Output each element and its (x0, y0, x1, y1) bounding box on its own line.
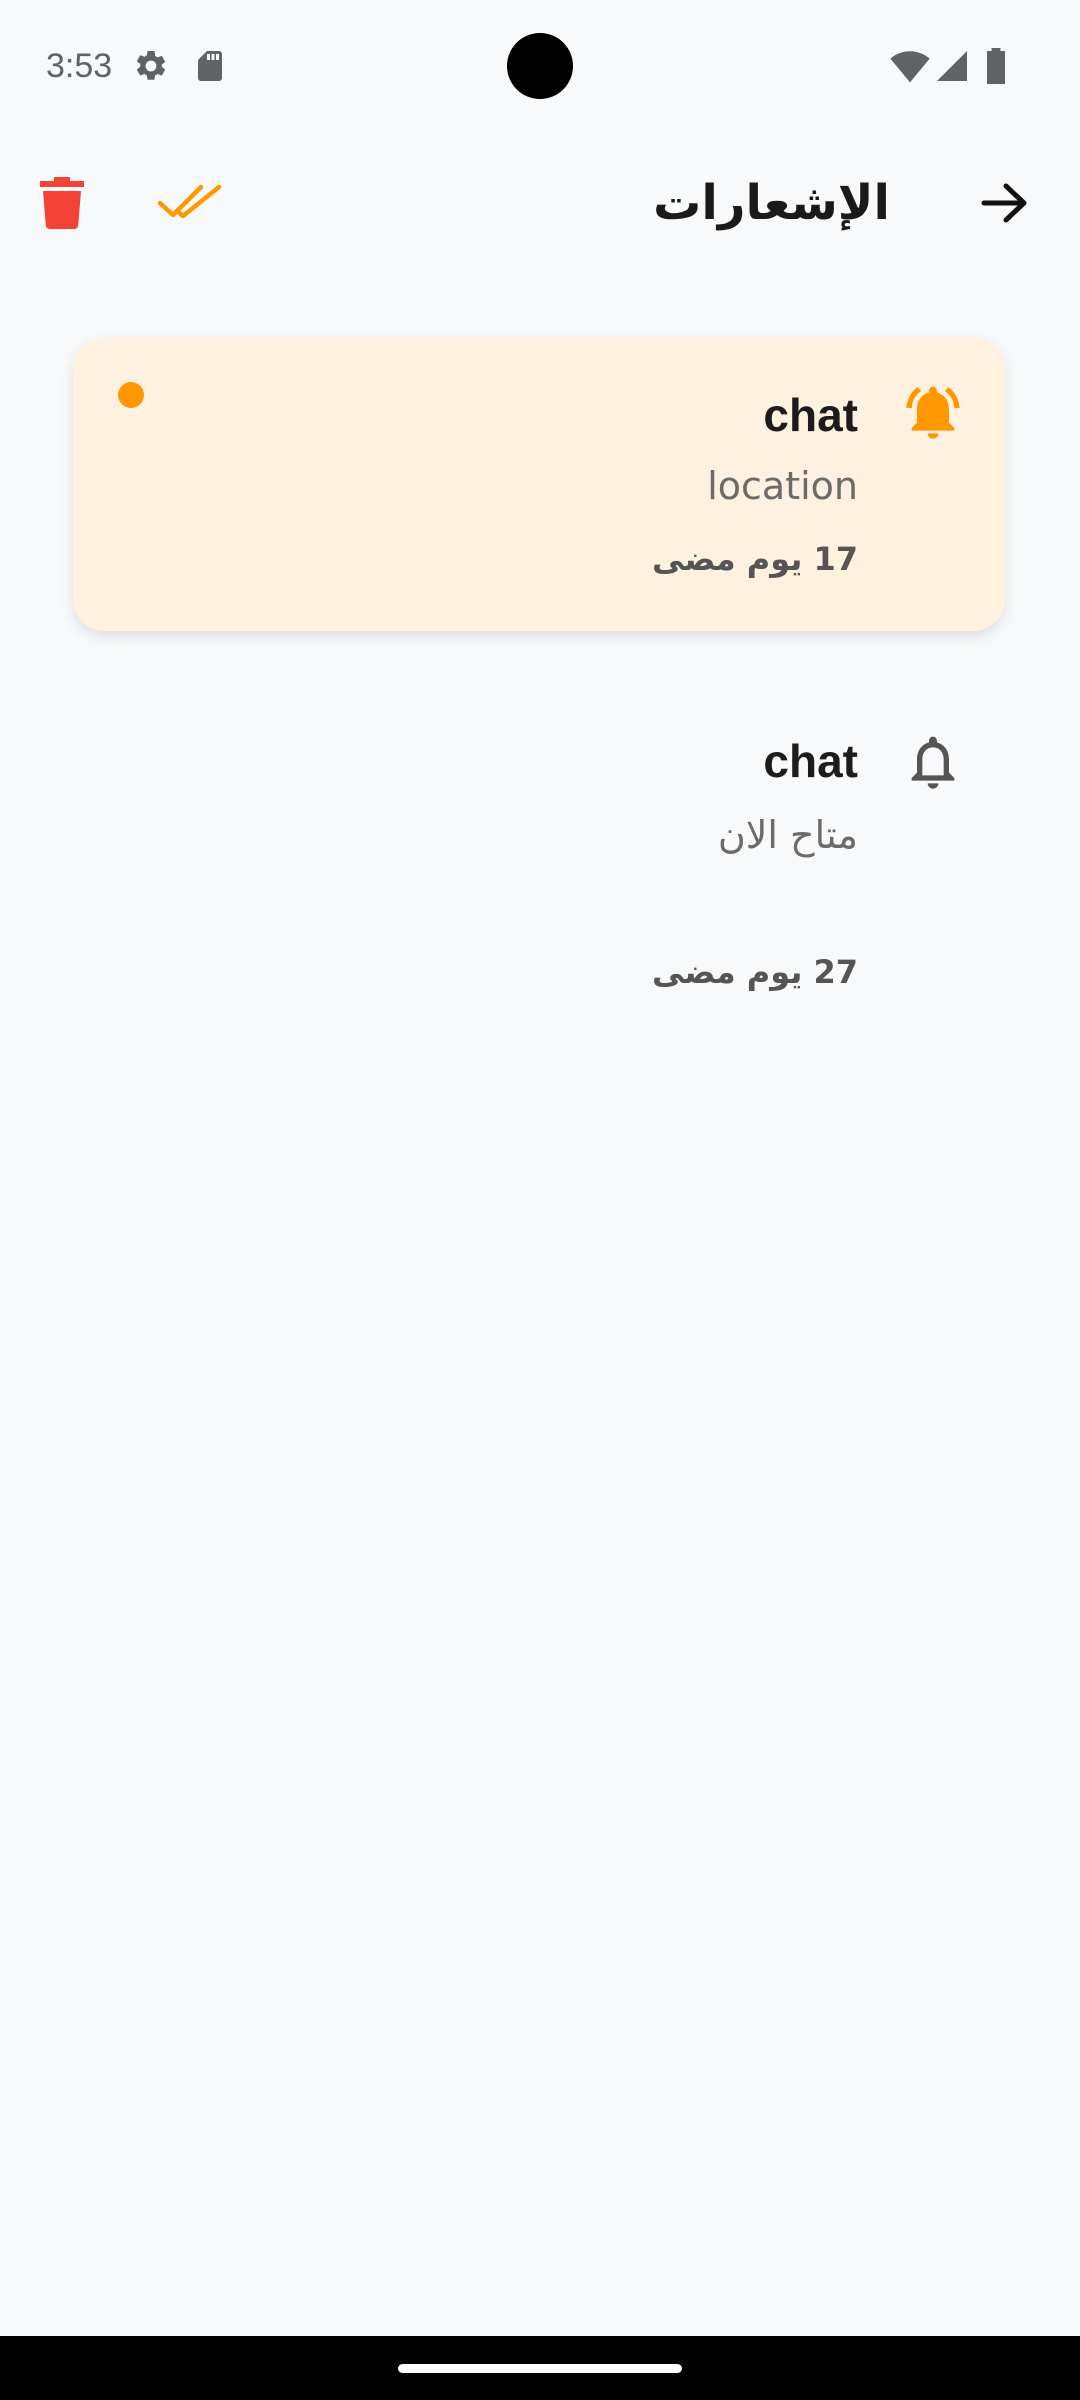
trash-icon (40, 177, 84, 233)
status-time: 3:53 (46, 47, 113, 85)
delete-all-button[interactable] (30, 170, 94, 240)
bell-outline-icon (901, 730, 965, 794)
settings-icon (133, 48, 169, 84)
notification-title: chat (763, 735, 858, 787)
notification-body: location (707, 464, 858, 508)
back-button[interactable] (970, 170, 1040, 240)
notification-card-unread[interactable]: chat location 17 يوم مضى (73, 337, 1005, 631)
arrow-right-icon (980, 181, 1030, 229)
app-bar: الإشعارات (0, 150, 1080, 260)
battery-icon (982, 48, 1010, 84)
mark-all-read-button[interactable] (152, 170, 228, 240)
sd-card-icon (192, 48, 228, 84)
notification-card-read[interactable]: chat متاح الان 27 يوم مضى (73, 700, 1005, 1020)
page-title: الإشعارات (653, 175, 890, 231)
front-camera (507, 33, 573, 99)
status-bar: 3:53 (0, 0, 1080, 132)
home-gesture-handle[interactable] (398, 2364, 682, 2373)
signal-icon (934, 48, 970, 84)
notification-time: 17 يوم مضى (651, 540, 858, 578)
double-check-icon (157, 181, 223, 229)
notification-title: chat (763, 389, 858, 441)
notification-body: متاح الان (717, 813, 858, 857)
bell-ringing-icon (901, 380, 965, 444)
system-navigation-bar (0, 2336, 1080, 2400)
unread-indicator-dot (118, 382, 144, 408)
notification-time: 27 يوم مضى (651, 953, 858, 991)
wifi-icon (890, 48, 930, 84)
